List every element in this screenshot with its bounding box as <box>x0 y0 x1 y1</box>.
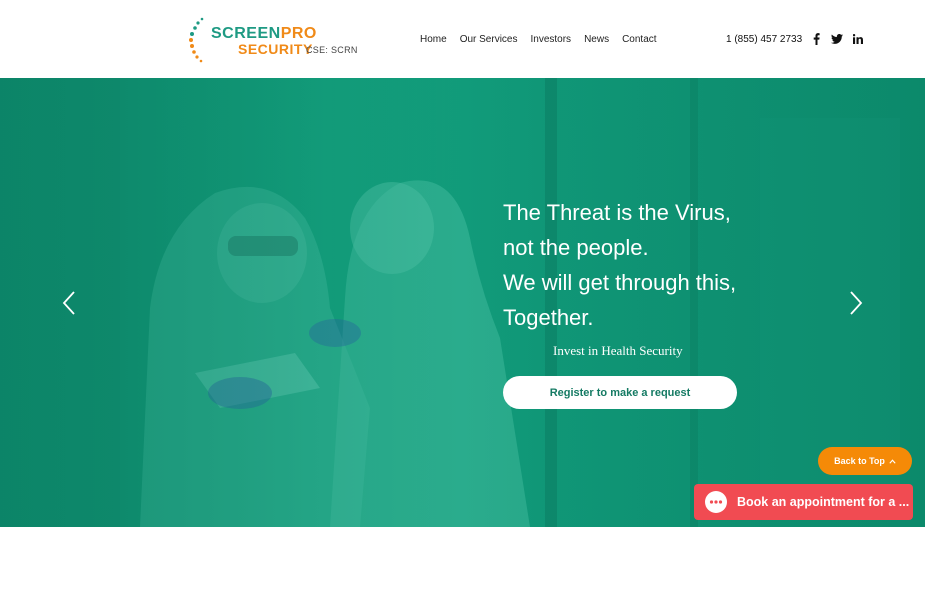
phone-number[interactable]: 1 (855) 457 2733 <box>726 33 802 47</box>
logo-pro-text: PRO <box>280 25 317 42</box>
back-to-top-button[interactable]: Back to Top <box>818 447 912 475</box>
logo-screen-text: SCREEN <box>211 25 281 42</box>
logo-dots-icon <box>189 17 204 63</box>
nav-contact[interactable]: Contact <box>622 33 656 47</box>
nav-home[interactable]: Home <box>420 33 447 47</box>
logo-wordmark-top: SCREENPRO <box>211 26 317 42</box>
hero-headline: The Threat is the Virus, not the people.… <box>503 195 803 335</box>
headline-line: Together. <box>503 305 594 330</box>
main-nav: Home Our Services Investors News Contact <box>420 33 670 47</box>
chevron-up-icon <box>889 458 896 464</box>
facebook-icon[interactable] <box>810 31 822 47</box>
book-appointment-label: Book an appointment for a ... <box>737 495 910 509</box>
nav-investors[interactable]: Investors <box>530 33 571 47</box>
book-appointment-button[interactable]: Book an appointment for a ... <box>694 484 913 520</box>
chevron-right-icon[interactable] <box>845 290 865 316</box>
nav-our-services[interactable]: Our Services <box>460 33 518 47</box>
hero-slider: The Threat is the Virus, not the people.… <box>0 78 925 527</box>
social-links <box>810 31 864 47</box>
site-header: SCREENPRO SECURITY CSE: SCRN Home Our Se… <box>0 0 925 78</box>
logo-security-text: SECURITY <box>238 41 313 57</box>
stock-ticker: CSE: SCRN <box>306 45 358 55</box>
linkedin-icon[interactable] <box>852 31 864 47</box>
headline-line: not the people. <box>503 235 649 260</box>
nav-news[interactable]: News <box>584 33 609 47</box>
company-logo[interactable]: SCREENPRO SECURITY CSE: SCRN <box>186 16 376 64</box>
chevron-left-icon[interactable] <box>60 290 80 316</box>
register-request-button[interactable]: Register to make a request <box>503 376 737 409</box>
headline-line: We will get through this, <box>503 270 737 295</box>
chat-bubble-icon <box>705 491 727 513</box>
hero-subheadline: Invest in Health Security <box>553 343 683 358</box>
twitter-icon[interactable] <box>831 31 843 47</box>
back-to-top-label: Back to Top <box>834 456 885 466</box>
headline-line: The Threat is the Virus, <box>503 200 731 225</box>
